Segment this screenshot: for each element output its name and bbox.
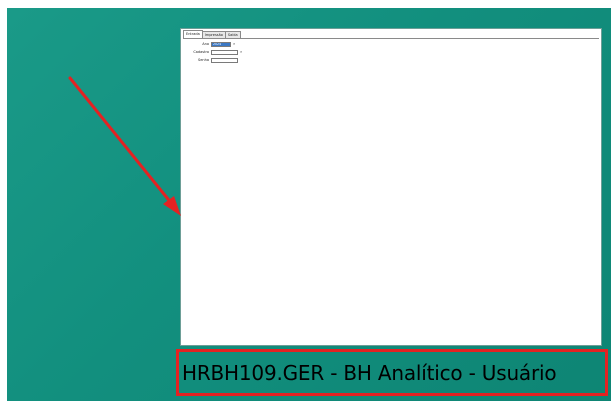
arrow-head [163,196,181,216]
annotation-arrow [68,76,181,216]
window-caption: HRBH109.GER - BH Analítico - Usuário [182,361,557,385]
arrow-shaft [68,76,174,206]
